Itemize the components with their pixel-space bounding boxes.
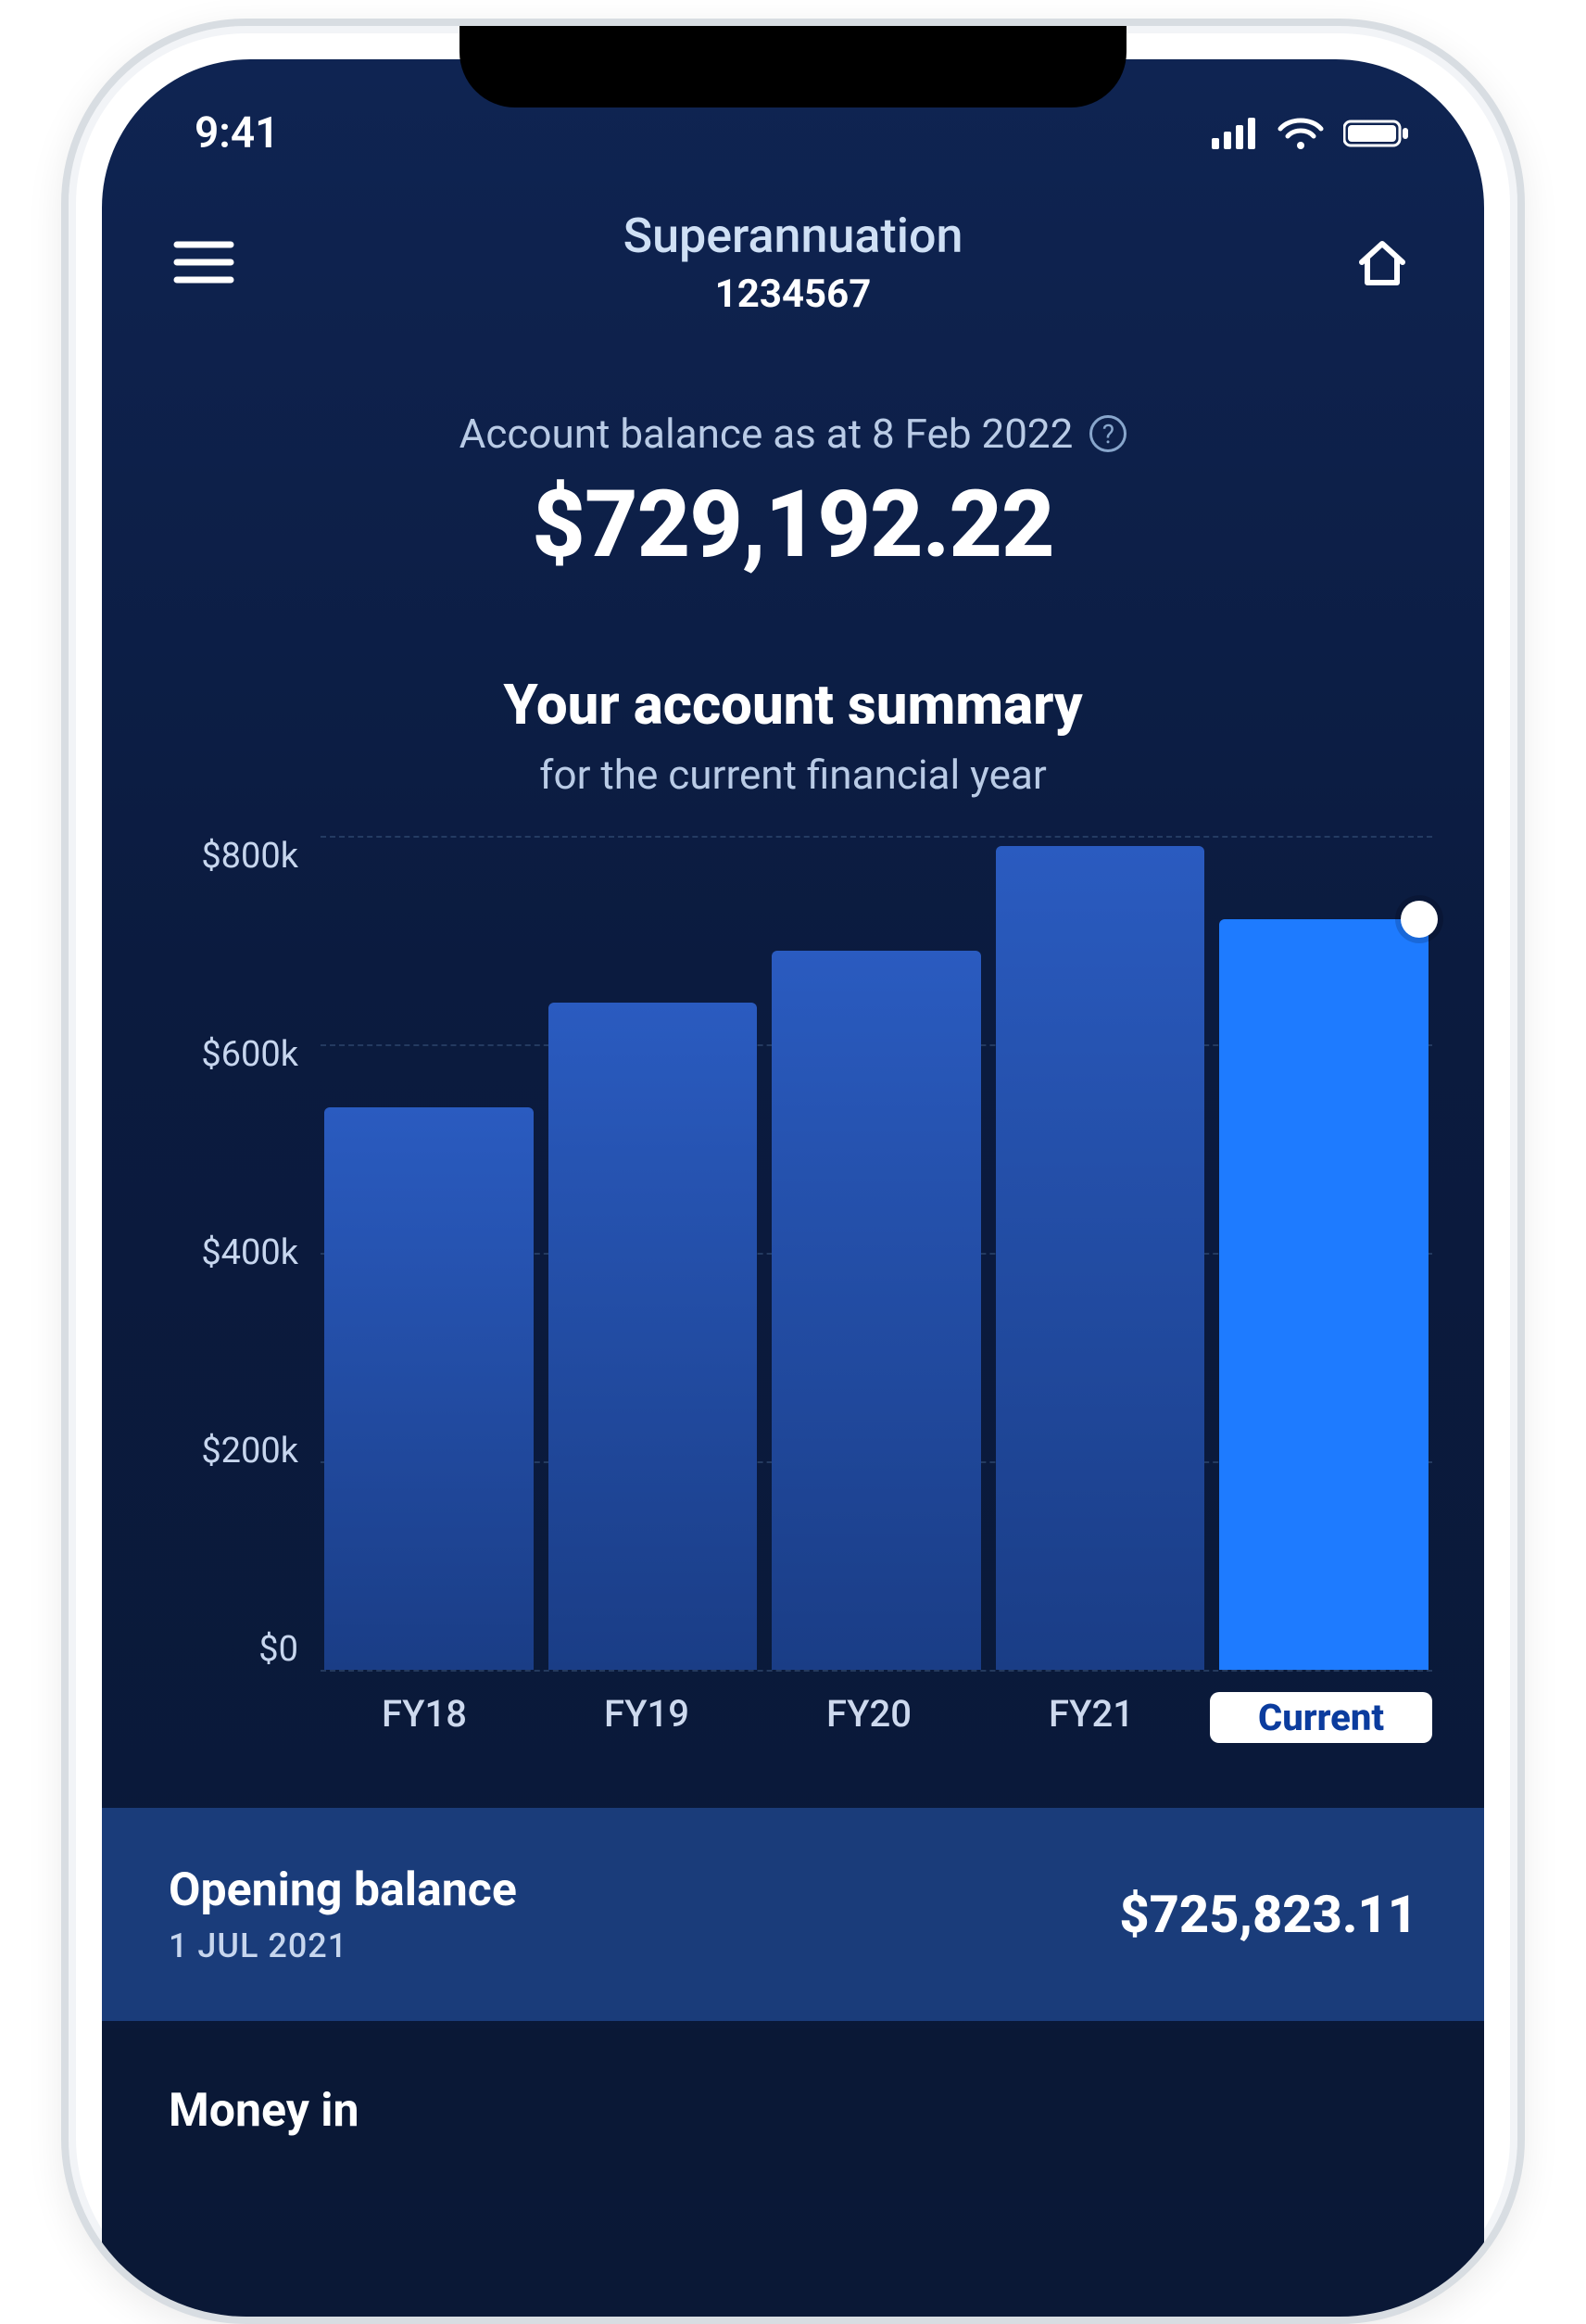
opening-balance-date: 1 JUL 2021 — [169, 1926, 517, 1965]
bar-fy18[interactable] — [324, 1107, 534, 1671]
summary-title: Your account summary — [139, 672, 1447, 738]
bar-current[interactable] — [1219, 919, 1429, 1670]
chart-bars — [321, 836, 1432, 1670]
app-header: Superannuation 1234567 — [102, 171, 1484, 345]
x-tick-fy19[interactable]: FY19 — [543, 1692, 750, 1743]
money-in-label: Money in — [169, 2084, 359, 2138]
battery-icon — [1343, 118, 1410, 149]
current-marker-icon — [1401, 901, 1438, 938]
bar-fy20[interactable] — [772, 951, 981, 1670]
balance-amount: $729,192.22 — [139, 471, 1447, 579]
y-tick: $600k — [154, 1034, 298, 1075]
hamburger-icon — [173, 239, 234, 285]
opening-balance-label: Opening balance — [169, 1863, 517, 1917]
opening-balance-value: $725,823.11 — [1119, 1884, 1417, 1945]
x-tick-fy20[interactable]: FY20 — [765, 1692, 973, 1743]
device-notch — [459, 26, 1127, 107]
page-title-block: Superannuation 1234567 — [623, 208, 963, 317]
chart-plot — [321, 836, 1432, 1670]
status-time: 9:41 — [195, 108, 279, 158]
cellular-icon — [1212, 118, 1258, 149]
row-left: Opening balance 1 JUL 2021 — [169, 1863, 517, 1965]
wifi-icon — [1277, 116, 1325, 151]
home-button[interactable] — [1347, 227, 1417, 297]
phone-frame: 9:41 Superannuation 1234567 — [61, 19, 1525, 2324]
balance-label: Account balance as at 8 Feb 2022 — [459, 410, 1074, 458]
money-in-row[interactable]: Money in — [102, 2028, 1484, 2193]
status-right — [1212, 116, 1410, 151]
menu-button[interactable] — [169, 227, 239, 297]
summary-subtitle: for the current financial year — [139, 751, 1447, 799]
y-tick: $0 — [154, 1629, 298, 1670]
opening-balance-row[interactable]: Opening balance 1 JUL 2021 $725,823.11 — [102, 1808, 1484, 2021]
x-axis: FY18 FY19 FY20 FY21 Current — [154, 1692, 1432, 1743]
y-tick: $800k — [154, 836, 298, 877]
help-icon[interactable]: ? — [1089, 415, 1127, 452]
summary-heading: Your account summary for the current fin… — [102, 607, 1484, 836]
chart: $800k $600k $400k $200k $0 FY18 FY19 FY20 FY21 C… — [102, 836, 1484, 1808]
y-axis: $800k $600k $400k $200k $0 — [154, 836, 321, 1670]
page-title: Superannuation — [623, 208, 963, 264]
x-tick-current[interactable]: Current — [1210, 1692, 1432, 1743]
balance-block: Account balance as at 8 Feb 2022 ? $729,… — [102, 345, 1484, 607]
home-icon — [1354, 234, 1410, 290]
account-number: 1234567 — [623, 272, 963, 317]
x-tick-fy21[interactable]: FY21 — [988, 1692, 1195, 1743]
bar-fy19[interactable] — [548, 1003, 758, 1670]
x-tick-fy18[interactable]: FY18 — [321, 1692, 528, 1743]
screen: 9:41 Superannuation 1234567 — [102, 59, 1484, 2317]
y-tick: $400k — [154, 1232, 298, 1273]
y-tick: $200k — [154, 1431, 298, 1471]
bar-fy21[interactable] — [996, 846, 1205, 1670]
